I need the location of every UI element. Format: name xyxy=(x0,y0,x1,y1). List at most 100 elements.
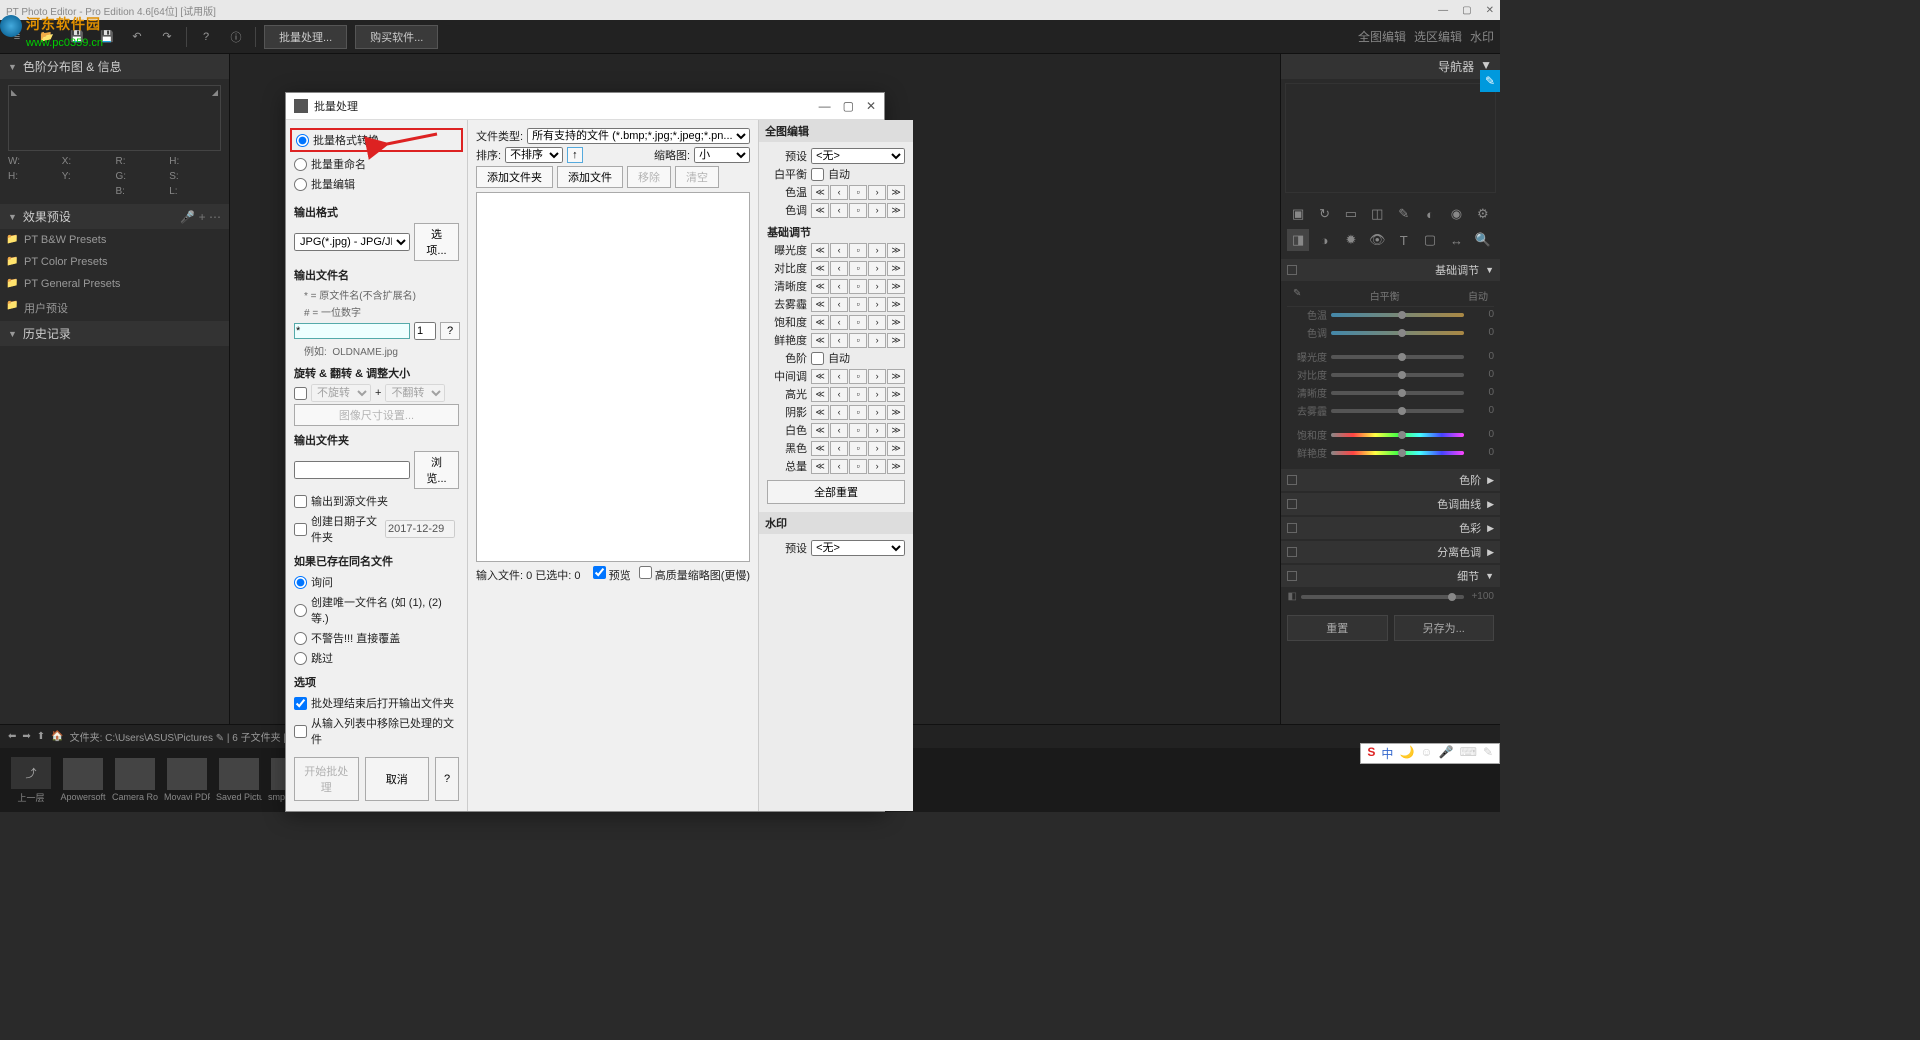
add-file-button[interactable]: 添加文件 xyxy=(557,166,623,188)
mode-watermark[interactable]: 水印 xyxy=(1470,28,1494,45)
home-icon[interactable]: 🏠 xyxy=(51,731,63,742)
sort-select[interactable]: 不排序 xyxy=(505,147,563,163)
sort-asc-button[interactable]: ↑ xyxy=(567,147,583,163)
thumb-folder[interactable]: Movavi PDF E... xyxy=(164,758,210,802)
preset-item[interactable]: PT Color Presets xyxy=(0,251,229,273)
eyedropper-icon[interactable]: ✎ xyxy=(1293,288,1301,303)
levels-auto-check[interactable] xyxy=(811,352,824,365)
curves-head[interactable]: 色调曲线▶ xyxy=(1281,493,1500,515)
exist-ask-radio[interactable]: 询问 xyxy=(294,572,459,592)
format-options-button[interactable]: 选项... xyxy=(414,223,459,261)
presets-panel-head[interactable]: ▼效果预设🎤 + ⋯ xyxy=(0,204,229,229)
transform-enable-check[interactable] xyxy=(294,387,307,400)
wm-preset-select[interactable]: <无> xyxy=(811,540,905,556)
add-folder-button[interactable]: 添加文件夹 xyxy=(476,166,553,188)
buy-button[interactable]: 购买软件... xyxy=(355,25,438,49)
preset-item[interactable]: PT General Presets xyxy=(0,273,229,295)
move-tool-icon[interactable]: ↔ xyxy=(1445,229,1467,251)
name-help-button[interactable]: ? xyxy=(440,322,460,340)
output-format-select[interactable]: JPG(*.jpg) - JPG/JPEG xyxy=(294,233,410,251)
mode-region-edit[interactable]: 选区编辑 xyxy=(1414,28,1462,45)
file-list[interactable] xyxy=(476,192,750,562)
reset-button[interactable]: 重置 xyxy=(1287,615,1388,641)
batch-button[interactable]: 批量处理... xyxy=(264,25,347,49)
exist-unique-radio[interactable]: 创建唯一文件名 (如 (1), (2) 等.) xyxy=(294,592,459,628)
ime-bar[interactable]: S中🌙☺🎤⌨✎ xyxy=(1360,743,1500,764)
selection-tool-icon[interactable]: ◨ xyxy=(1287,229,1309,251)
redeye-tool-icon[interactable]: 👁 xyxy=(1366,229,1388,251)
dlg-maximize-icon[interactable]: ▢ xyxy=(843,99,854,113)
reset-all-button[interactable]: 全部重置 xyxy=(767,480,905,504)
saveas-button[interactable]: 另存为... xyxy=(1394,615,1495,641)
clarity-slider[interactable] xyxy=(1331,391,1464,395)
open-after-check[interactable]: 批处理结束后打开输出文件夹 xyxy=(294,693,459,713)
seq-start-input[interactable] xyxy=(414,322,436,340)
crop-tool-icon[interactable]: ▣ xyxy=(1287,203,1309,225)
thumb-size-select[interactable]: 小 xyxy=(694,147,750,163)
text-tool-icon[interactable]: T xyxy=(1393,229,1415,251)
tint-slider[interactable] xyxy=(1331,331,1464,335)
up-icon[interactable]: ⬆ xyxy=(37,731,45,742)
radio-batch-rename[interactable]: 批量重命名 xyxy=(294,154,459,174)
history-panel-head[interactable]: ▼历史记录 xyxy=(0,321,229,346)
radio-batch-convert[interactable]: 批量格式转换 xyxy=(290,128,463,152)
detail-slider[interactable] xyxy=(1301,595,1464,599)
flip-select[interactable]: 不翻转 xyxy=(385,384,445,402)
clone-tool-icon[interactable]: ◑ xyxy=(1313,229,1335,251)
contrast-slider[interactable] xyxy=(1331,373,1464,377)
heal-tool-icon[interactable]: ✹ xyxy=(1340,229,1362,251)
dlg-help-button[interactable]: ? xyxy=(435,757,459,801)
help-icon[interactable]: ? xyxy=(195,26,217,48)
adj-preset-select[interactable]: <无> xyxy=(811,148,905,164)
undo-icon[interactable]: ↶ xyxy=(126,26,148,48)
output-folder-input[interactable] xyxy=(294,461,410,479)
fwd-icon[interactable]: ➡ xyxy=(22,731,30,742)
straighten-tool-icon[interactable]: ▭ xyxy=(1340,203,1362,225)
remove-done-check[interactable]: 从输入列表中移除已处理的文件 xyxy=(294,713,459,749)
filename-pattern-input[interactable] xyxy=(294,323,410,339)
cancel-button[interactable]: 取消 xyxy=(365,757,430,801)
dialog-titlebar[interactable]: 批量处理 — ▢ ✕ xyxy=(286,93,884,120)
exposure-slider[interactable] xyxy=(1331,355,1464,359)
start-batch-button[interactable]: 开始批处理 xyxy=(294,757,359,801)
maximize-icon[interactable]: ▢ xyxy=(1462,5,1471,16)
preset-item[interactable]: PT B&W Presets xyxy=(0,229,229,251)
info-icon[interactable]: ⓘ xyxy=(225,26,247,48)
wb-auto-check[interactable] xyxy=(811,168,824,181)
hq-thumb-check[interactable]: 高质量缩略图(更慢) xyxy=(639,566,750,583)
perspective-tool-icon[interactable]: ◫ xyxy=(1366,203,1388,225)
dehaze-slider[interactable] xyxy=(1331,409,1464,413)
dlg-close-icon[interactable]: ✕ xyxy=(866,99,876,113)
thumb-folder[interactable]: Apowersoft xyxy=(60,758,106,802)
image-size-button[interactable]: 图像尺寸设置... xyxy=(294,404,459,426)
preset-item[interactable]: 用户预设 xyxy=(0,295,229,321)
zoom-tool-icon[interactable]: 🔍 xyxy=(1472,229,1494,251)
basic-adjust-head[interactable]: 基础调节▼ xyxy=(1281,259,1500,281)
brush-tool-icon[interactable]: ✎ xyxy=(1393,203,1415,225)
output-to-source-check[interactable]: 输出到源文件夹 xyxy=(294,491,459,511)
exist-overwrite-radio[interactable]: 不警告!!! 直接覆盖 xyxy=(294,628,459,648)
radial-tool-icon[interactable]: ◉ xyxy=(1445,203,1467,225)
mode-full-edit[interactable]: 全图编辑 xyxy=(1358,28,1406,45)
preview-check[interactable]: 预览 xyxy=(593,566,631,583)
frame-tool-icon[interactable]: ▢ xyxy=(1419,229,1441,251)
browse-button[interactable]: 浏览... xyxy=(414,451,459,489)
sat-slider[interactable] xyxy=(1331,433,1464,437)
filetype-select[interactable]: 所有支持的文件 (*.bmp;*.jpg;*.jpeg;*.pn... xyxy=(527,128,750,144)
dlg-minimize-icon[interactable]: — xyxy=(819,99,831,113)
split-head[interactable]: 分离色调▶ xyxy=(1281,541,1500,563)
minimize-icon[interactable]: — xyxy=(1438,5,1448,16)
gradient-tool-icon[interactable]: ◐ xyxy=(1419,203,1441,225)
close-icon[interactable]: ✕ xyxy=(1486,5,1494,16)
rotate-select[interactable]: 不旋转 xyxy=(311,384,371,402)
levels-head[interactable]: 色阶▶ xyxy=(1281,469,1500,491)
date-subfolder-check[interactable]: 创建日期子文件夹 xyxy=(294,511,459,547)
temp-slider[interactable] xyxy=(1331,313,1464,317)
thumb-folder[interactable]: Saved Pictures xyxy=(216,758,262,802)
exist-skip-radio[interactable]: 跳过 xyxy=(294,648,459,668)
radio-batch-edit[interactable]: 批量编辑 xyxy=(294,174,459,194)
color-head[interactable]: 色彩▶ xyxy=(1281,517,1500,539)
adjust-tool-icon[interactable]: ⚙ xyxy=(1472,203,1494,225)
back-icon[interactable]: ⬅ xyxy=(8,731,16,742)
remove-button[interactable]: 移除 xyxy=(627,166,671,188)
